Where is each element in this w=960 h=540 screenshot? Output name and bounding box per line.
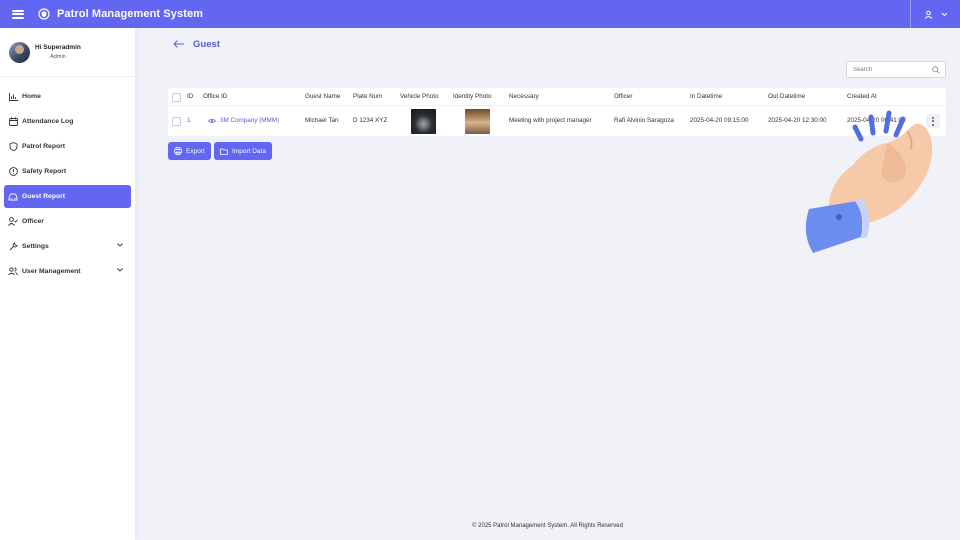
page-title: Guest [193,39,220,50]
eye-icon [208,118,216,123]
sidebar-item-settings[interactable]: Settings [4,235,131,258]
snapping-hand-icon [805,110,933,253]
sidebar-item-attendance-log[interactable]: Attendance Log [4,110,131,133]
user-icon [924,10,932,19]
sidebar-nav: Home Attendance Log Patrol Report Safety… [0,77,135,283]
guest-name: Michael Tan [305,117,339,124]
profile-greeting: Hi Superadmin [35,44,81,51]
sidebar-item-label: Attendance Log [22,118,74,125]
sidebar-item-user-management[interactable]: User Management [4,260,131,283]
sidebar-item-safety-report[interactable]: Safety Report [4,160,131,183]
export-label: Export [186,147,205,155]
back-arrow-icon[interactable] [172,39,186,49]
column-header[interactable]: Officer [614,93,632,100]
column-header[interactable]: Plate Num [353,93,382,100]
column-header[interactable]: Necessary [509,93,539,100]
sidebar-item-guest-report[interactable]: Guest Report [4,185,131,208]
column-header[interactable]: In Datetime [690,93,722,100]
user-menu[interactable] [910,0,960,28]
chevron-down-icon [117,243,123,247]
import-data-button[interactable]: Import Data [214,142,272,160]
sidebar-item-label: Officer [22,218,44,225]
necessary: Meeting with project manager [509,117,592,124]
plate-num: D 1234 XYZ [353,117,388,124]
sidebar: Hi Superadmin Admin Home Attendance Log … [0,28,135,540]
vehicle-photo[interactable] [411,109,436,134]
column-header[interactable]: Created At [847,93,877,100]
profile-role: Admin [50,54,66,60]
avatar [9,41,30,63]
export-button[interactable]: Export [168,142,211,160]
search-icon [932,66,940,74]
row-checkbox[interactable] [172,117,181,126]
shield-icon [8,142,18,152]
car-icon [8,192,18,202]
chevron-down-icon [941,12,947,16]
column-header[interactable]: ID [187,93,193,100]
column-header[interactable]: Identity Photo [453,93,492,100]
footer: © 2025 Patrol Management System. All Rig… [472,523,623,529]
calendar-icon [8,117,18,127]
sidebar-item-label: Settings [22,243,49,250]
top-bar: Patrol Management System [0,0,960,28]
profile-card: Hi Superadmin Admin [0,28,135,77]
identity-photo[interactable] [465,109,490,134]
chart-icon [8,92,18,102]
folder-icon [220,148,228,155]
column-header[interactable]: Vehicle Photo [400,93,439,100]
search-box[interactable] [846,61,946,78]
office-id-link[interactable]: 3M Company (MMM) [208,117,279,124]
alert-circle-icon [8,167,18,177]
table-header: ID Office ID Guest Name Plate Num Vehicl… [168,88,946,106]
column-header[interactable]: Guest Name [305,93,340,100]
sidebar-item-patrol-report[interactable]: Patrol Report [4,135,131,158]
officer-name: Rafi Alvinio Saragoza [614,117,674,124]
sidebar-item-label: Safety Report [22,168,67,175]
row-id[interactable]: 1 [187,117,191,124]
shield-logo-icon [38,8,50,20]
office-id-text: 3M Company (MMM) [220,117,280,124]
sidebar-item-label: Home [22,93,41,100]
search-input[interactable] [853,66,933,73]
sidebar-item-label: Patrol Report [22,143,66,150]
sidebar-item-officer[interactable]: Officer [4,210,131,233]
column-header[interactable]: Office ID [203,93,227,100]
hamburger-icon[interactable] [12,9,24,19]
import-label: Import Data [232,147,266,155]
printer-icon [174,147,182,155]
in-datetime: 2025-04-20 09:15:00 [690,117,749,124]
user-check-icon [8,217,18,227]
sidebar-item-home[interactable]: Home [4,85,131,108]
column-header[interactable]: Out Datetime [768,93,805,100]
chevron-down-icon [117,268,123,272]
wrench-icon [8,242,18,252]
select-all-checkbox[interactable] [172,93,181,102]
sidebar-item-label: User Management [22,268,81,275]
users-icon [8,267,18,277]
sidebar-item-label: Guest Report [22,193,66,200]
app-title: Patrol Management System [57,8,204,20]
